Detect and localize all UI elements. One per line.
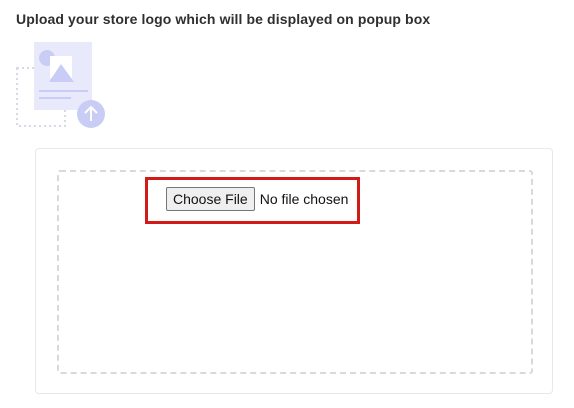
choose-file-button[interactable]: Choose File [166,187,255,211]
upload-logo-heading: Upload your store logo which will be dis… [16,11,431,27]
logo-upload-placeholder-icon [16,40,108,130]
file-input[interactable]: Choose File No file chosen [166,187,348,211]
file-status-text: No file chosen [259,191,349,207]
